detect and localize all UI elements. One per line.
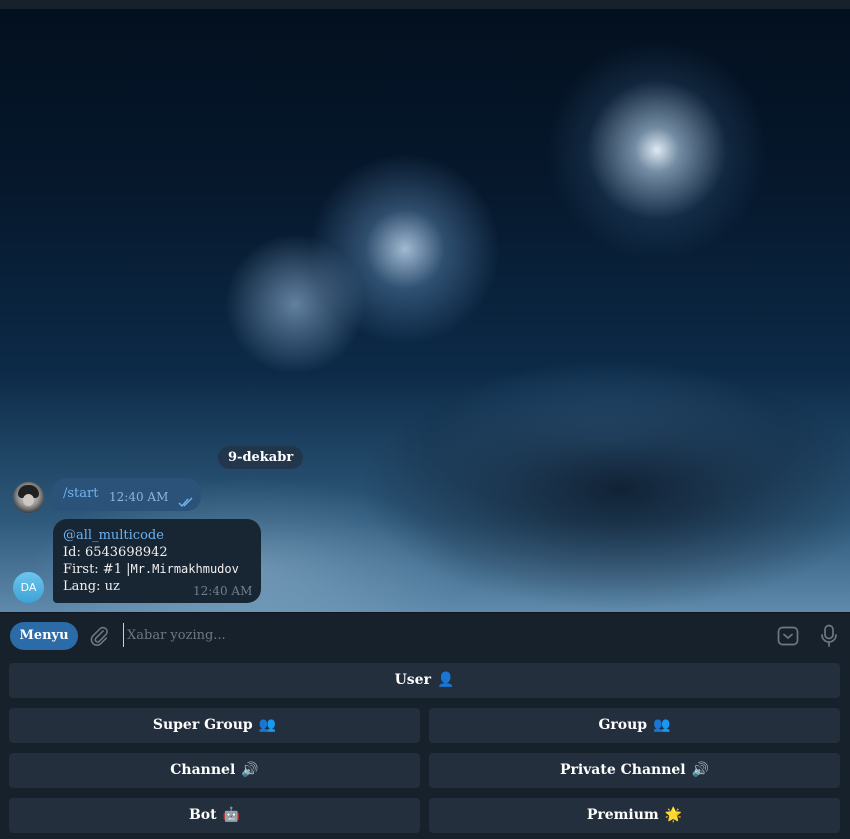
keyboard-button-channel[interactable]: Channel 🔊 bbox=[9, 753, 420, 788]
message-text[interactable]: /start bbox=[63, 486, 98, 501]
keyboard-button-private-channel[interactable]: Private Channel 🔊 bbox=[429, 753, 840, 788]
button-label: Channel bbox=[170, 762, 236, 778]
mono-name: Mr.Mirmakhmudov bbox=[130, 562, 239, 576]
user-icon: 👤 bbox=[436, 672, 455, 688]
message-time: 12:40 AM bbox=[193, 584, 253, 598]
date-separator: 9-dekabr bbox=[218, 446, 304, 469]
id-line: Id: 6543698942 bbox=[63, 545, 168, 560]
bot-keyboard-toggle-icon[interactable] bbox=[777, 625, 799, 651]
speaker-icon: 🔊 bbox=[691, 762, 710, 778]
speaker-icon: 🔊 bbox=[241, 762, 259, 778]
composer-bar: Menyu bbox=[0, 612, 850, 659]
menu-button[interactable]: Menyu bbox=[10, 622, 78, 650]
outgoing-message[interactable]: /start 12:40 AM bbox=[52, 478, 201, 511]
message-time: 12:40 AM bbox=[109, 490, 169, 504]
button-label: Bot bbox=[188, 807, 217, 823]
paperclip-icon[interactable] bbox=[88, 625, 110, 651]
star-icon: 🌟 bbox=[664, 807, 683, 823]
button-label: Group bbox=[598, 717, 648, 733]
avatar-face bbox=[23, 494, 34, 506]
message-input[interactable] bbox=[123, 623, 757, 647]
username-link[interactable]: @all_multicode bbox=[63, 528, 164, 543]
first-line: First: #1 |Mr.Mirmakhmudov bbox=[63, 562, 239, 577]
button-label: Private Channel bbox=[559, 762, 686, 778]
keyboard-button-bot[interactable]: Bot 🤖 bbox=[9, 798, 420, 833]
people-icon: 👥 bbox=[258, 717, 277, 733]
lang-line: Lang: uz bbox=[63, 579, 120, 594]
keyboard-button-group[interactable]: Group 👥 bbox=[429, 708, 840, 743]
bot-avatar[interactable]: DA bbox=[13, 572, 44, 603]
keyboard-button-premium[interactable]: Premium 🌟 bbox=[429, 798, 840, 833]
keyboard-button-user[interactable]: User 👤 bbox=[9, 663, 840, 698]
user-avatar[interactable] bbox=[13, 482, 44, 513]
button-label: Premium bbox=[586, 807, 659, 823]
keyboard-button-super-group[interactable]: Super Group 👥 bbox=[9, 708, 420, 743]
read-check-icon bbox=[178, 492, 194, 511]
button-label: User bbox=[394, 672, 431, 688]
first-label: First: #1 | bbox=[63, 562, 131, 577]
microphone-icon[interactable] bbox=[820, 624, 838, 652]
chat-area[interactable]: 9-dekabr /start 12:40 AM @all_multicode … bbox=[0, 9, 850, 612]
people-icon: 👥 bbox=[653, 717, 671, 733]
top-bar bbox=[0, 0, 850, 9]
incoming-message[interactable]: @all_multicode Id: 6543698942 First: #1 … bbox=[53, 519, 261, 603]
robot-icon: 🤖 bbox=[222, 807, 241, 823]
button-label: Super Group bbox=[152, 717, 253, 733]
